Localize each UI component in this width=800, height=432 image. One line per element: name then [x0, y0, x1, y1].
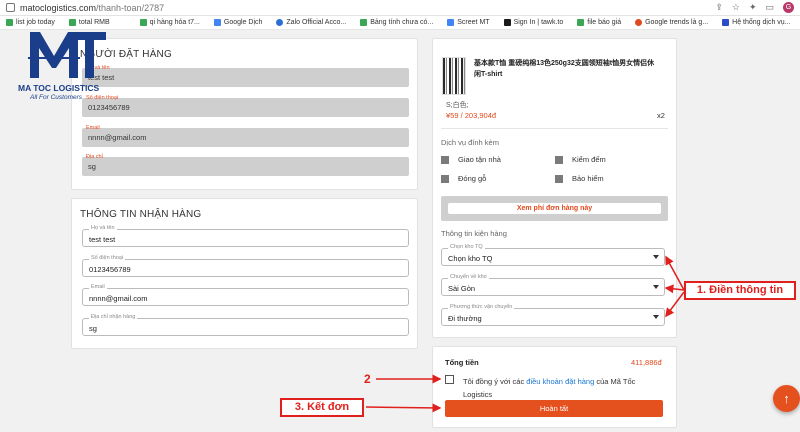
total-value: 411,886đ	[631, 358, 662, 367]
logo-name: MA TOC LOGISTICS	[18, 83, 100, 93]
field-value: Chọn kho TQ	[448, 254, 493, 263]
bookmark-item[interactable]: qi hàng hóa t7...	[139, 19, 200, 26]
bookmark-item[interactable]: Screet MT	[447, 19, 490, 26]
bookmark-favicon-icon	[503, 19, 511, 26]
bookmark-favicon-icon	[213, 19, 221, 26]
warehouse-cn-select[interactable]: Chọn kho TQ Chọn kho TQ	[441, 244, 665, 266]
dropdown-arrow-icon[interactable]	[653, 315, 659, 319]
arrow-up-icon[interactable]: ↑	[773, 385, 800, 412]
shipping-method-select[interactable]: Phương thức vận chuyển Đi thường	[441, 304, 665, 326]
divider	[441, 128, 668, 129]
field-value: nnnn@gmail.com	[89, 294, 148, 303]
sidebar-icon[interactable]: ▭	[765, 2, 774, 13]
product-price: ¥59 / 203,904đ	[446, 111, 497, 120]
bookmark-favicon-icon	[139, 19, 147, 26]
bookmark-item[interactable]: Hệ thống dịch vụ...	[722, 19, 791, 26]
field-label: Chọn kho TQ	[448, 244, 485, 250]
receiver-phone-input[interactable]: Số điện thoại 0123456789	[82, 255, 409, 277]
product-thumbnail[interactable]	[442, 57, 466, 95]
product-variant: S;白色;	[446, 102, 469, 109]
company-logo[interactable]: MA TOC LOGISTICS All For Customers	[18, 28, 113, 106]
sender-phone-field[interactable]: Số điện thoại 0123456789	[82, 95, 409, 117]
bookmark-item[interactable]: Sign In | tawk.to	[503, 19, 563, 26]
field-value: Sài Gòn	[448, 284, 476, 293]
url-domain: matoclogistics.com	[20, 2, 97, 13]
annotation-step2: 2	[364, 372, 371, 386]
product-quantity: x2	[657, 111, 665, 120]
view-fee-button[interactable]: Xem phí đơn hàng này	[448, 203, 661, 214]
annotation-step1: 1. Điền thông tin	[684, 281, 796, 300]
logo-slogan: All For Customers	[30, 94, 83, 101]
share-icon[interactable]: ⇪	[715, 2, 723, 13]
checkbox-icon[interactable]	[441, 155, 449, 164]
extensions-icon[interactable]: ✦	[749, 2, 757, 13]
sender-address-field[interactable]: Địa chỉ sg	[82, 154, 409, 176]
field-label: Họ và tên	[89, 225, 117, 231]
bookmark-item[interactable]: Google Dịch	[213, 19, 262, 26]
browser-address-bar[interactable]: matoclogistics.com/thanh-toan/2787 ⇪ ☆ ✦…	[0, 0, 800, 16]
url-path: /thanh-toan/2787	[96, 2, 165, 13]
service-insurance[interactable]: Bảo hiểm	[555, 174, 604, 183]
bookmarks-bar: list job today total RMB qi hàng hóa t7.…	[0, 16, 800, 30]
agree-terms-text: Tôi đồng ý với các điều khoản đặt hàng c…	[463, 377, 636, 399]
bookmark-item[interactable]: Zalo Official Acco...	[276, 19, 346, 26]
total-label: Tổng tiền	[445, 358, 479, 367]
field-label: Địa chỉ nhận hàng	[89, 314, 138, 320]
field-value: nnnn@gmail.com	[88, 133, 147, 142]
shipment-title: Thông tin kiện hàng	[441, 229, 507, 238]
field-label: Địa chỉ	[86, 154, 103, 160]
field-value: 0123456789	[89, 265, 131, 274]
fee-section: Xem phí đơn hàng này	[441, 196, 668, 221]
star-icon[interactable]: ☆	[732, 2, 740, 13]
agree-terms-checkbox[interactable]	[445, 375, 454, 384]
lock-icon	[6, 3, 15, 12]
bookmark-favicon-icon	[68, 19, 76, 26]
field-label: Phương thức vận chuyển	[448, 304, 515, 310]
bookmark-favicon-icon	[577, 19, 585, 26]
complete-order-button[interactable]: Hoàn tất	[445, 400, 663, 417]
url-text[interactable]: matoclogistics.com/thanh-toan/2787	[20, 3, 164, 13]
annotation-step3: 3. Kết đơn	[280, 398, 364, 417]
receiver-name-input[interactable]: Họ và tên test test	[82, 225, 409, 247]
sender-email-field[interactable]: Email nnnn@gmail.com	[82, 125, 409, 147]
service-home-delivery[interactable]: Giao tận nhà	[441, 155, 501, 164]
logo-mark-icon	[28, 32, 106, 78]
terms-link[interactable]: điều khoản đặt hàng	[526, 377, 594, 386]
field-value: sg	[88, 162, 96, 171]
browser-actions: ⇪ ☆ ✦ ▭ G	[715, 2, 794, 13]
sender-name-field[interactable]: Họ và tên test test	[82, 65, 409, 87]
bookmark-item[interactable]: file báo giá	[577, 19, 621, 26]
bookmark-favicon-icon	[722, 19, 730, 26]
product-name[interactable]: 基本款T恤 重磅纯棉13色250g32支圆领短袖t恤男女情侣休闲T-shirt	[474, 58, 659, 80]
dropdown-arrow-icon[interactable]	[653, 285, 659, 289]
bookmark-item[interactable]: list job today	[6, 19, 55, 26]
destination-warehouse-select[interactable]: Chuyển về kho Sài Gòn	[441, 274, 665, 296]
bookmark-item[interactable]: Bảng tính chưa có...	[360, 19, 433, 26]
bookmark-item[interactable]: Google trends là g...	[635, 19, 708, 26]
field-value: test test	[89, 235, 116, 244]
bookmark-favicon-icon	[447, 19, 455, 26]
service-wood-packing[interactable]: Đóng gỗ	[441, 174, 486, 183]
bookmark-favicon-icon	[635, 19, 643, 26]
field-label: Email	[89, 284, 107, 290]
field-value: Đi thường	[448, 314, 482, 323]
checkbox-icon[interactable]	[441, 174, 449, 183]
bookmark-item[interactable]: total RMB	[68, 19, 110, 26]
service-counting[interactable]: Kiểm đếm	[555, 155, 606, 164]
field-value: sg	[89, 324, 97, 333]
services-title: Dịch vụ đính kèm	[441, 138, 499, 147]
profile-avatar[interactable]: G	[783, 2, 794, 13]
checkbox-icon[interactable]	[555, 174, 563, 183]
bookmark-favicon-icon	[276, 19, 284, 26]
field-label: Email	[86, 125, 100, 131]
receiver-title: THÔNG TIN NHẬN HÀNG	[80, 209, 202, 220]
receiver-address-input[interactable]: Địa chỉ nhận hàng sg	[82, 314, 409, 336]
field-label: Số điện thoại	[89, 255, 126, 261]
checkbox-icon[interactable]	[555, 155, 563, 164]
field-label: Chuyển về kho	[448, 274, 489, 280]
dropdown-arrow-icon[interactable]	[653, 255, 659, 259]
bookmark-favicon-icon	[6, 19, 13, 26]
bookmark-favicon-icon	[360, 19, 368, 26]
receiver-email-input[interactable]: Email nnnn@gmail.com	[82, 284, 409, 306]
